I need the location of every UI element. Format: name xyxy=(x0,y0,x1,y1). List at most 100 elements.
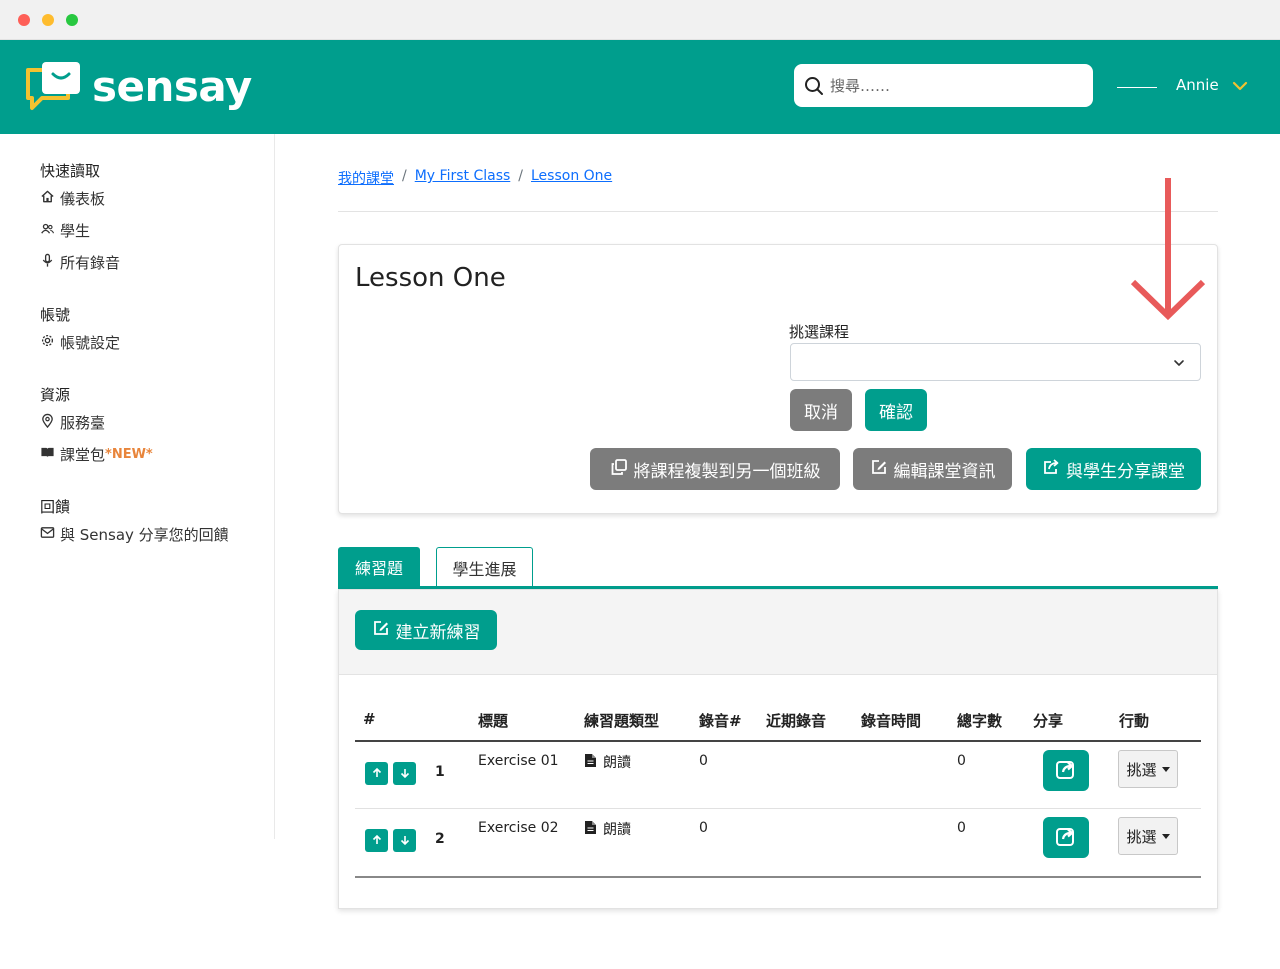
brand-logo[interactable]: sensay xyxy=(24,60,252,112)
create-exercise-button[interactable]: 建立新練習 xyxy=(355,610,497,650)
move-down-button[interactable] xyxy=(393,762,416,785)
exercise-title: Exercise 02 xyxy=(478,820,559,836)
tab-student-progress[interactable]: 學生進展 xyxy=(436,547,533,587)
exercises-panel: 建立新練習 # 標題 練習題類型 錄音# 近期錄音 錄音時間 總字數 分享 行動… xyxy=(338,589,1218,909)
caret-down-icon xyxy=(1161,833,1170,839)
search-bar[interactable] xyxy=(794,64,1093,107)
share-lesson-label: 與學生分享課堂 xyxy=(1066,461,1185,482)
sidebar-item-label: 帳號設定 xyxy=(60,334,121,352)
sidebar-item-help-desk[interactable]: 服務臺 xyxy=(40,412,105,433)
course-select-label: 挑選課程 xyxy=(789,323,850,341)
cancel-button-label: 取消 xyxy=(804,402,838,423)
top-navbar: sensay Annie xyxy=(0,40,1280,134)
brand-name: sensay xyxy=(92,61,252,111)
share-icon xyxy=(1055,758,1077,784)
breadcrumb-my-first-class[interactable]: My First Class xyxy=(415,168,511,188)
column-header-type[interactable]: 練習題類型 xyxy=(584,710,659,731)
arrow-down-icon xyxy=(399,764,411,783)
breadcrumb-lesson-one[interactable]: Lesson One xyxy=(531,168,612,188)
action-select-label: 挑選 xyxy=(1126,760,1157,779)
move-up-button[interactable] xyxy=(365,762,388,785)
sidebar-item-class-packs[interactable]: 課堂包 *NEW* xyxy=(40,444,153,465)
window-titlebar xyxy=(0,0,1280,40)
column-header-share: 分享 xyxy=(1033,712,1064,730)
envelope-icon xyxy=(40,525,55,544)
create-exercise-label: 建立新練習 xyxy=(395,622,481,643)
action-select-button[interactable]: 挑選 xyxy=(1118,750,1178,788)
share-exercise-button[interactable] xyxy=(1043,817,1089,858)
word-count: 0 xyxy=(957,753,966,769)
annotation-arrow-icon xyxy=(1128,178,1208,324)
arrow-up-icon xyxy=(371,831,383,850)
sidebar-section-account: 帳號 xyxy=(40,306,71,324)
sidebar-item-label: 課堂包 xyxy=(60,446,106,464)
column-header-word-count[interactable]: 總字數 xyxy=(957,710,1002,731)
close-window-button[interactable] xyxy=(18,14,30,26)
sidebar-item-label: 儀表板 xyxy=(60,190,106,208)
copy-lesson-button[interactable]: 將課程複製到另一個班級 xyxy=(590,448,840,490)
column-header-recording-time[interactable]: 錄音時間 xyxy=(861,710,921,731)
column-header-recent-recording[interactable]: 近期錄音 xyxy=(766,710,826,731)
row-number: 1 xyxy=(435,764,445,780)
sidebar-item-all-recordings[interactable]: 所有錄音 xyxy=(40,252,120,273)
sidebar-item-label: 所有錄音 xyxy=(60,254,121,272)
sidebar-item-students[interactable]: 學生 xyxy=(40,220,90,241)
search-input[interactable] xyxy=(830,76,1070,95)
sidebar-section-quick-access: 快速讀取 xyxy=(40,162,101,180)
maximize-window-button[interactable] xyxy=(66,14,78,26)
sidebar-item-label: 服務臺 xyxy=(60,414,106,432)
breadcrumb-my-classes[interactable]: 我的課堂 xyxy=(338,168,394,188)
home-icon xyxy=(40,189,55,208)
users-icon xyxy=(40,221,55,240)
microphone-icon xyxy=(40,253,55,272)
book-icon xyxy=(40,445,55,464)
arrow-down-icon xyxy=(399,831,411,850)
column-header-actions: 行動 xyxy=(1119,712,1150,730)
confirm-button-label: 確認 xyxy=(879,402,913,423)
chevron-down-icon[interactable] xyxy=(1232,78,1248,94)
breadcrumb-separator: / xyxy=(518,168,523,184)
gear-icon xyxy=(40,333,55,352)
sidebar-section-resources: 資源 xyxy=(40,386,71,404)
tab-exercises[interactable]: 練習題 xyxy=(338,547,420,587)
exercise-type-label: 朗讀 xyxy=(603,822,631,838)
share-exercise-button[interactable] xyxy=(1043,750,1089,791)
edit-icon xyxy=(372,619,390,642)
user-menu-name[interactable]: Annie xyxy=(1176,76,1219,94)
confirm-button[interactable]: 確認 xyxy=(865,389,927,431)
document-icon xyxy=(584,753,597,772)
row-number: 2 xyxy=(435,831,445,847)
sidebar-item-dashboard[interactable]: 儀表板 xyxy=(40,188,105,209)
recording-count: 0 xyxy=(699,753,708,769)
cancel-button[interactable]: 取消 xyxy=(790,389,852,431)
recording-count: 0 xyxy=(699,820,708,836)
speech-bubble-logo-icon xyxy=(24,60,84,112)
minimize-window-button[interactable] xyxy=(42,14,54,26)
share-lesson-button[interactable]: 與學生分享課堂 xyxy=(1026,448,1201,490)
exercise-type-label: 朗讀 xyxy=(603,755,631,771)
breadcrumb-separator: / xyxy=(402,168,407,184)
edit-lesson-info-button[interactable]: 編輯課堂資訊 xyxy=(853,448,1012,490)
course-select[interactable] xyxy=(790,343,1201,381)
word-count: 0 xyxy=(957,820,966,836)
breadcrumb-divider xyxy=(338,211,1218,212)
move-down-button[interactable] xyxy=(393,829,416,852)
arrow-up-icon xyxy=(371,764,383,783)
lesson-card: Lesson One 挑選課程 取消 確認 將課程複製到另一個班級 編輯課堂資訊… xyxy=(338,244,1218,514)
sidebar-item-share-feedback[interactable]: 與 Sensay 分享您的回饋 xyxy=(40,524,229,545)
action-select-button[interactable]: 挑選 xyxy=(1118,817,1178,855)
copy-icon xyxy=(610,458,628,481)
sidebar: 快速讀取 儀表板 學生 所有錄音 帳號 帳號設定 資源 服務臺 課堂包 *NEW*… xyxy=(0,134,275,839)
exercise-type: 朗讀 xyxy=(584,819,631,839)
table-header-divider xyxy=(355,740,1201,742)
sidebar-item-label: 學生 xyxy=(60,222,91,240)
move-up-button[interactable] xyxy=(365,829,388,852)
column-header-title[interactable]: 標題 xyxy=(478,710,508,731)
sidebar-item-account-settings[interactable]: 帳號設定 xyxy=(40,332,120,353)
row-divider xyxy=(355,808,1201,809)
new-badge: *NEW* xyxy=(105,447,153,462)
column-header-recordings[interactable]: 錄音# xyxy=(699,710,742,731)
sidebar-item-label: 與 Sensay 分享您的回饋 xyxy=(60,526,229,544)
exercise-title: Exercise 01 xyxy=(478,753,559,769)
search-icon xyxy=(804,76,824,96)
